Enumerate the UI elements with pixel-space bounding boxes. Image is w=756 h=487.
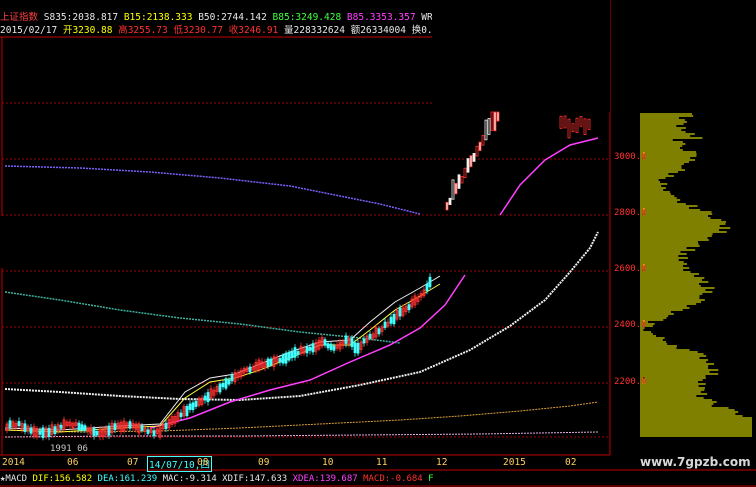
price-tick: 2800.0 <box>614 208 647 218</box>
candle <box>445 201 449 211</box>
time-tick: 06 <box>67 457 79 468</box>
ma-mid-magenta-2 <box>499 137 599 216</box>
candle <box>448 197 452 206</box>
candle <box>460 175 464 184</box>
candle <box>493 111 497 132</box>
volume-profile <box>640 113 752 437</box>
candle <box>559 115 563 129</box>
date-marker: 1991 06 <box>50 444 88 454</box>
candle <box>567 118 571 139</box>
macd-value: DEA:161.239 <box>92 474 158 484</box>
ma-value: B85:3249.428 <box>266 12 342 23</box>
candle <box>487 118 491 135</box>
ma-long-blue <box>4 165 421 215</box>
price-tick: 3000.0 <box>614 152 647 162</box>
macd-value: FDIF:-11.913 <box>428 474 434 484</box>
ma-short-yellow <box>4 283 441 433</box>
candle <box>484 119 488 141</box>
candle <box>466 158 470 173</box>
price-tick: 2600.0 <box>614 264 647 274</box>
macd-value: DIF:156.582 <box>32 474 93 484</box>
grid-lines <box>2 102 610 438</box>
candle <box>587 118 591 130</box>
macd-value: XDEA:139.687 <box>287 474 358 484</box>
day-value: 收3246.91 <box>223 25 279 36</box>
candle <box>575 117 579 134</box>
candle <box>563 115 567 129</box>
day-header: 2015/02/17 开3230.88 高3255.73 低3230.77 收3… <box>0 24 432 37</box>
candle <box>469 155 473 168</box>
candle <box>472 153 476 162</box>
ma-value: S835:2038.817 <box>43 12 119 23</box>
day-value: 开3230.88 <box>62 25 113 36</box>
ma-value: B50:2744.142 <box>192 12 267 23</box>
candle <box>451 179 455 200</box>
ma-long-green <box>4 291 401 344</box>
time-tick: 09 <box>258 457 270 468</box>
macd-indicator-bar[interactable]: ★MACD DIF:156.582 DEA:161.239 MAC:-9.314… <box>0 473 434 486</box>
macd-value: MACD:-0.684 <box>357 474 423 484</box>
candle <box>583 118 587 136</box>
time-tick: 12 <box>436 457 448 468</box>
day-value: 低3230.77 <box>167 25 224 36</box>
day-value: 换0.00% <box>411 25 432 36</box>
candle <box>579 116 583 127</box>
day-value: 额26334004 <box>344 25 406 36</box>
time-tick: 07 <box>127 457 139 468</box>
ma-value: B15:2138.333 <box>118 12 193 23</box>
time-tick: 08 <box>197 457 209 468</box>
candle <box>478 141 482 152</box>
time-axis: 2014 06 07 14/07/10,四 08 09 10 11 12 201… <box>0 455 610 472</box>
time-tick: 02 <box>565 457 577 468</box>
ma-value: B85.3353.357 <box>341 12 416 23</box>
kline-chart[interactable] <box>0 0 756 487</box>
candle <box>571 123 575 133</box>
price-tick: 2400.0 <box>614 320 647 330</box>
macd-value: MAC:-9.314 <box>157 474 217 484</box>
day-value: 高3255.73 <box>112 25 168 36</box>
macd-value: XDIF:147.633 <box>216 474 288 484</box>
macd-prefix: ★MACD <box>0 474 28 484</box>
ma-short-white <box>4 275 441 431</box>
candlesticks <box>5 111 591 441</box>
candle <box>463 167 467 179</box>
candle <box>496 111 500 122</box>
candle <box>457 174 461 189</box>
time-tick: 2014 <box>2 457 25 468</box>
candle <box>475 145 479 157</box>
day-value: 量228332624 <box>278 25 345 36</box>
time-tick: 10 <box>322 457 334 468</box>
time-tick: 11 <box>376 457 388 468</box>
candle <box>481 134 485 146</box>
index-name: 上证指数 <box>0 12 39 23</box>
ma-value: WR:3222.253 <box>421 12 432 23</box>
day-date: 2015/02/17 <box>0 25 58 36</box>
price-tick: 2200.0 <box>614 377 647 387</box>
candle <box>490 111 494 131</box>
candle <box>454 182 458 195</box>
ma-header: 上证指数 S835:2038.817 B15:2138.333 B50:2744… <box>0 11 432 24</box>
watermark: www.7gpzb.com <box>640 455 751 469</box>
time-tick: 2015 <box>503 457 526 468</box>
